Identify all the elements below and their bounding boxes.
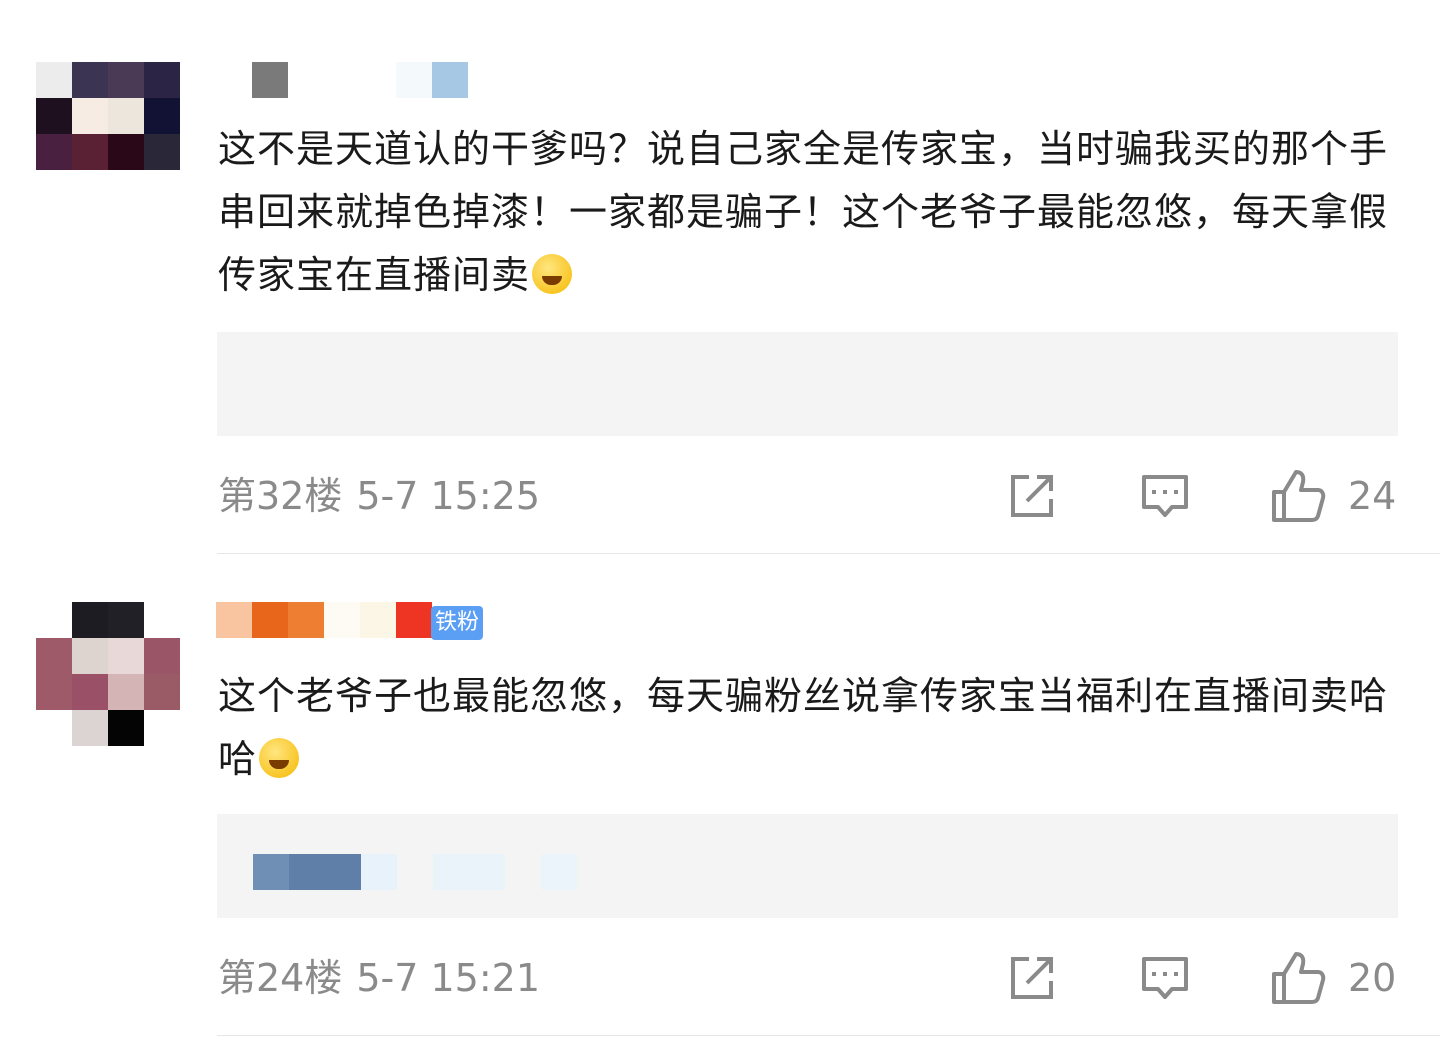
comment-body: 这个老爷子也最能忽悠，每天骗粉丝说拿传家宝当福利在直播间卖哈哈 — [218, 674, 1389, 781]
share-icon[interactable] — [1007, 471, 1057, 521]
floor-number: 第32楼 — [218, 474, 343, 518]
username[interactable] — [252, 62, 468, 98]
comment-text: 这个老爷子也最能忽悠，每天骗粉丝说拿传家宝当福利在直播间卖哈哈 — [218, 665, 1398, 791]
reply-icon[interactable] — [1140, 471, 1190, 521]
floor-number: 第24楼 — [218, 956, 343, 1000]
comment-meta: 第32楼 5-7 15:25 — [218, 473, 554, 519]
comment-text: 这不是天道认的干爹吗？说自己家全是传家宝，当时骗我买的那个手串回来就掉色掉漆！一… — [218, 118, 1398, 307]
comment-meta: 第24楼 5-7 15:21 — [218, 955, 554, 1001]
smirk-emoji-icon — [532, 254, 573, 294]
quoted-reply-box[interactable] — [217, 814, 1398, 918]
comment-item: 铁粉 这个老爷子也最能忽悠，每天骗粉丝说拿传家宝当福利在直播间卖哈哈 第24楼 5… — [0, 555, 1440, 1042]
like-icon[interactable] — [1270, 950, 1326, 1006]
avatar[interactable] — [36, 62, 180, 206]
comment-item: 这不是天道认的干爹吗？说自己家全是传家宝，当时骗我买的那个手串回来就掉色掉漆！一… — [0, 0, 1440, 555]
comment-body: 这不是天道认的干爹吗？说自己家全是传家宝，当时骗我买的那个手串回来就掉色掉漆！一… — [218, 127, 1389, 297]
divider — [217, 553, 1440, 554]
share-icon[interactable] — [1007, 953, 1057, 1003]
like-icon[interactable] — [1270, 468, 1326, 524]
grin-emoji-icon — [259, 738, 300, 778]
username[interactable] — [216, 602, 432, 638]
timestamp: 5-7 15:21 — [356, 956, 541, 1000]
avatar[interactable] — [36, 602, 180, 746]
reply-icon[interactable] — [1140, 953, 1190, 1003]
fan-badge: 铁粉 — [431, 606, 484, 640]
quoted-reply-box[interactable] — [217, 332, 1398, 436]
timestamp: 5-7 15:25 — [356, 474, 541, 518]
like-count: 24 — [1348, 474, 1397, 518]
like-count: 20 — [1348, 956, 1397, 1000]
divider — [217, 1035, 1440, 1036]
